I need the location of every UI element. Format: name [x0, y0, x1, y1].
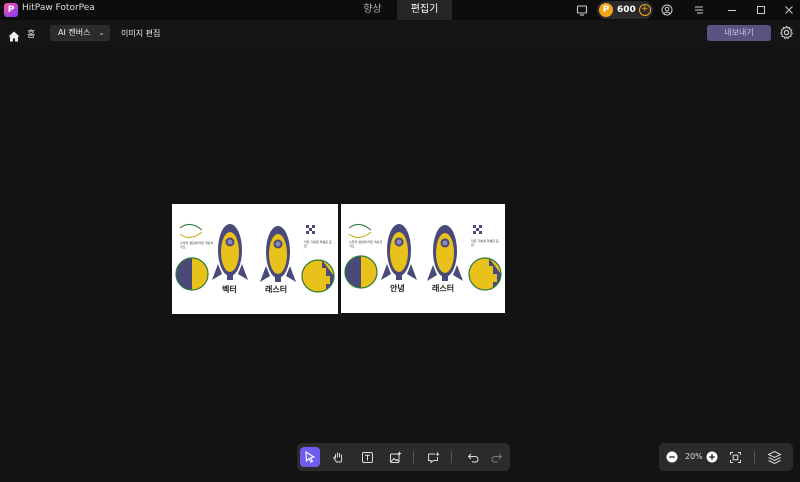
edit-image-link[interactable]: 이미지 편집 — [121, 28, 160, 39]
hand-icon — [333, 452, 342, 462]
ai-chat-icon — [427, 451, 440, 464]
gear-icon[interactable] — [779, 25, 794, 44]
add-image-button[interactable] — [385, 447, 405, 467]
word-raster: 래스터 — [265, 285, 288, 294]
home-icon[interactable] — [8, 27, 20, 46]
add-image-icon — [389, 451, 401, 463]
redo-icon — [490, 453, 502, 462]
vector-raster-illustration — [175, 224, 335, 293]
credits-badge[interactable]: P 600 + — [597, 1, 653, 19]
layers-icon — [766, 450, 782, 464]
redo-button[interactable] — [486, 447, 506, 467]
export-button[interactable]: 내보내기 — [707, 25, 771, 41]
toolbar-divider — [413, 451, 414, 463]
zoom-out-button[interactable] — [662, 447, 682, 467]
zoom-out-icon — [666, 451, 678, 463]
fit-screen-button[interactable] — [725, 447, 745, 467]
app-title: HitPaw FotorPea — [22, 3, 95, 13]
minimize-icon[interactable] — [725, 3, 739, 17]
fit-screen-icon — [729, 451, 741, 463]
credits-amount: 600 — [617, 5, 636, 15]
tab-editor[interactable]: 편집기 — [397, 0, 452, 20]
tab-enhance[interactable]: 향상 — [350, 0, 395, 20]
text-icon — [361, 451, 373, 463]
zoom-in-button[interactable] — [702, 447, 722, 467]
close-icon[interactable] — [782, 3, 796, 17]
screen-icon[interactable] — [575, 3, 589, 17]
left-caption: 수학적 경로에 따른 색상과 각도 — [180, 241, 214, 249]
chevron-down-icon: ⌄ — [98, 28, 105, 37]
zoom-controls: 20% — [659, 443, 793, 471]
add-credits-icon[interactable]: + — [638, 4, 651, 16]
word-hello: 안녕 — [390, 284, 405, 293]
undo-button[interactable] — [463, 447, 483, 467]
undo-icon — [467, 453, 479, 462]
coin-icon: P — [599, 3, 613, 17]
editor-toolbar: 홈 AI 캔버스 ⌄ 이미지 편집 내보내기 — [0, 22, 800, 44]
artboard-2[interactable]: 수학적 경로에 따른 색상과 각도 작은 기본점 픽셀로 표현 안녕 래스터 — [341, 204, 505, 313]
left-caption: 수학적 경로에 따른 색상과 각도 — [349, 240, 383, 248]
ai-chat-button[interactable] — [423, 447, 443, 467]
bottom-toolbar — [297, 443, 510, 471]
artboard-1[interactable]: 수학적 경로에 따른 색상과 각도 작은 기본점 픽셀로 표현 벡터 래스터 — [172, 204, 338, 314]
ai-canvas-label: AI 캔버스 — [58, 28, 91, 37]
editor-canvas[interactable]: 수학적 경로에 따른 색상과 각도 작은 기본점 픽셀로 표현 벡터 래스터 수… — [0, 45, 800, 482]
maximize-icon[interactable] — [754, 3, 768, 17]
zoom-in-icon — [706, 451, 718, 463]
hand-tool-button[interactable] — [328, 447, 348, 467]
word-raster: 래스터 — [432, 284, 455, 293]
right-caption: 작은 기본점 픽셀로 표현 — [471, 239, 499, 247]
cursor-icon — [305, 451, 316, 463]
select-tool-button[interactable] — [300, 447, 320, 467]
ai-canvas-dropdown[interactable]: AI 캔버스 ⌄ — [50, 25, 110, 41]
app-logo-icon: P — [4, 3, 18, 17]
home-label[interactable]: 홈 — [27, 27, 35, 40]
text-tool-button[interactable] — [357, 447, 377, 467]
toolbar-divider — [754, 451, 755, 463]
title-bar: P HitPaw FotorPea 향상 편집기 P 600 + — [0, 0, 800, 20]
toolbar-divider — [451, 451, 452, 463]
menu-icon[interactable] — [692, 3, 706, 17]
right-caption: 작은 기본점 픽셀로 표현 — [304, 240, 332, 248]
layers-button[interactable] — [764, 447, 784, 467]
account-icon[interactable] — [660, 3, 674, 17]
zoom-level: 20% — [685, 452, 703, 461]
word-vector: 벡터 — [222, 285, 237, 294]
vector-raster-illustration — [344, 224, 502, 291]
